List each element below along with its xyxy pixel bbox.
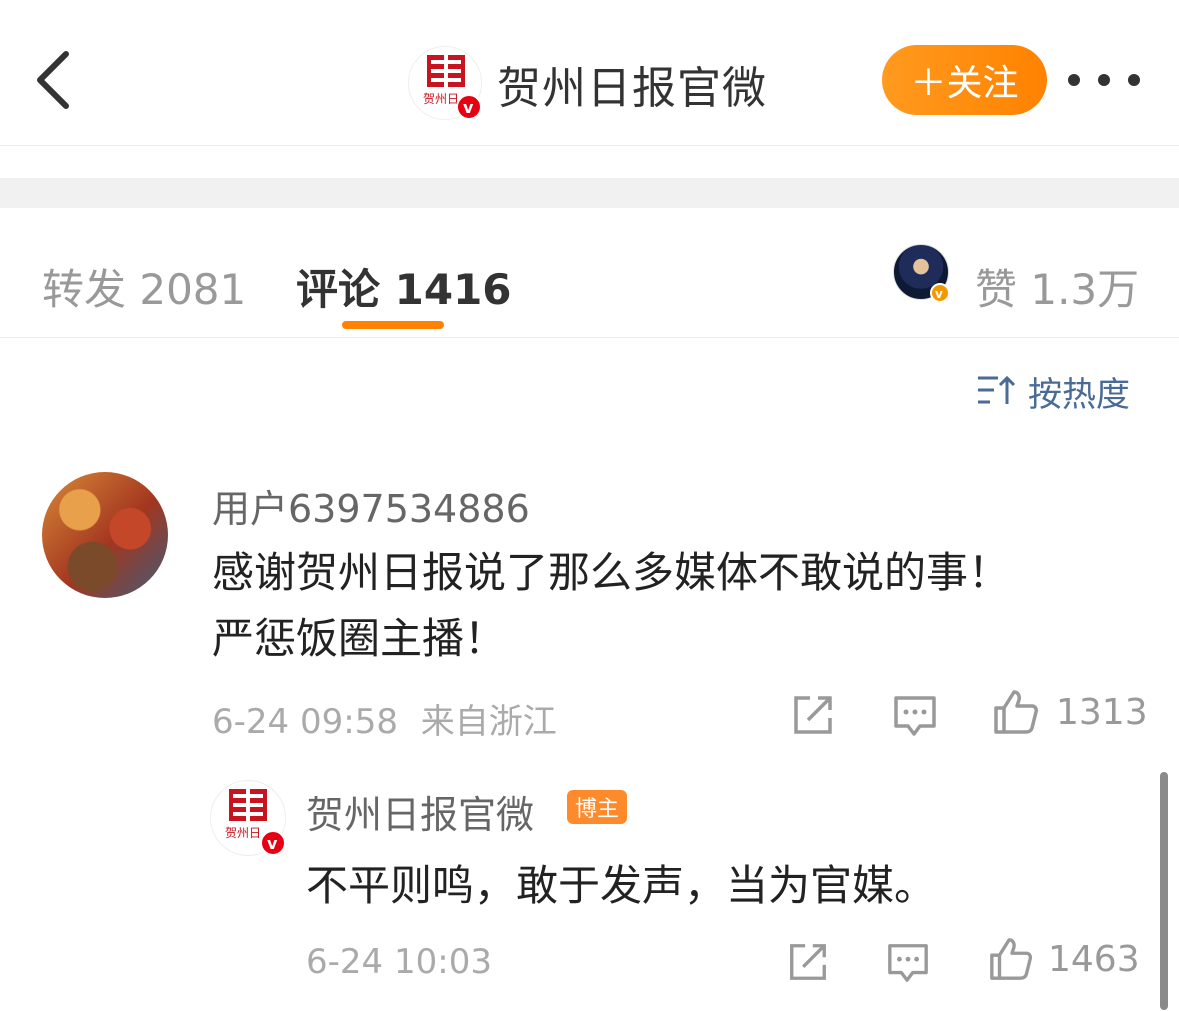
sort-icon <box>978 375 1016 404</box>
tab-like[interactable]: 赞 1.3万 <box>975 256 1139 317</box>
svg-text:v: v <box>935 287 943 301</box>
newspaper-logo-icon: 贺州日 v <box>423 55 482 120</box>
comment-location: 来自浙江 <box>420 702 557 742</box>
interaction-tabs: 转发 2081 评论 1416 v 赞 1.3万 <box>0 208 1179 338</box>
like-button[interactable]: 1463 <box>988 936 1140 982</box>
more-options-icon[interactable] <box>1068 62 1140 98</box>
author-badge: 博主 <box>567 790 628 824</box>
reply-avatar[interactable]: 贺州日 v <box>210 780 286 856</box>
reply-text: 不平则鸣，敢于发声，当为官媒。 <box>306 861 937 910</box>
active-tab-indicator <box>342 321 444 329</box>
commenter-name[interactable]: 用户6397534886 <box>212 478 530 533</box>
account-avatar[interactable]: 贺州日 v <box>408 46 482 120</box>
comment-text-line: 感谢贺州日报说了那么多媒体不敢说的事！ <box>212 548 1011 597</box>
logo-text: 贺州日 <box>225 826 261 840</box>
reply-author-name[interactable]: 贺州日报官微 <box>306 784 534 839</box>
share-icon <box>794 696 832 734</box>
newspaper-logo-icon: 贺州日 v <box>225 789 286 856</box>
scrollbar[interactable] <box>1160 772 1168 1010</box>
share-button[interactable] <box>786 940 830 984</box>
top-navigation-bar: 贺州日 v 贺州日报官微 ＋关注 <box>0 0 1179 146</box>
svg-text:v: v <box>463 98 474 117</box>
sort-label: 按热度 <box>1028 374 1130 415</box>
reply-time: 6-24 10:03 <box>306 942 492 982</box>
tab-repost[interactable]: 转发 2081 <box>42 256 246 317</box>
like-button[interactable]: 1313 <box>992 688 1148 736</box>
comment-icon <box>888 944 928 982</box>
back-arrow-icon[interactable] <box>28 44 84 116</box>
like-count: 1313 <box>1056 691 1148 733</box>
like-count: 1463 <box>1048 938 1140 980</box>
comment-icon <box>894 696 936 736</box>
comment-meta: 6-24 09:58 来自浙江 <box>212 694 557 743</box>
reply-button[interactable] <box>892 692 938 738</box>
account-name[interactable]: 贺州日报官微 <box>497 52 767 116</box>
comment-time: 6-24 09:58 <box>212 702 398 742</box>
follow-button[interactable]: ＋关注 <box>882 45 1047 115</box>
share-icon <box>790 944 826 980</box>
comment-text: 感谢贺州日报说了那么多媒体不敢说的事！ 严惩饭圈主播！ <box>212 540 1142 672</box>
comment-text-line: 严惩饭圈主播！ <box>212 614 507 663</box>
reply-button[interactable] <box>886 940 930 984</box>
sort-toggle[interactable]: 按热度 <box>976 368 1130 415</box>
share-button[interactable] <box>790 692 836 738</box>
thumbs-up-icon <box>994 690 1038 734</box>
logo-text: 贺州日 <box>423 92 459 106</box>
svg-text:v: v <box>267 834 278 853</box>
liker-avatar[interactable]: v <box>893 244 950 301</box>
section-divider <box>0 178 1179 208</box>
commenter-avatar[interactable] <box>42 472 168 598</box>
thumbs-up-icon <box>990 938 1033 980</box>
tab-comment[interactable]: 评论 1416 <box>296 256 512 317</box>
